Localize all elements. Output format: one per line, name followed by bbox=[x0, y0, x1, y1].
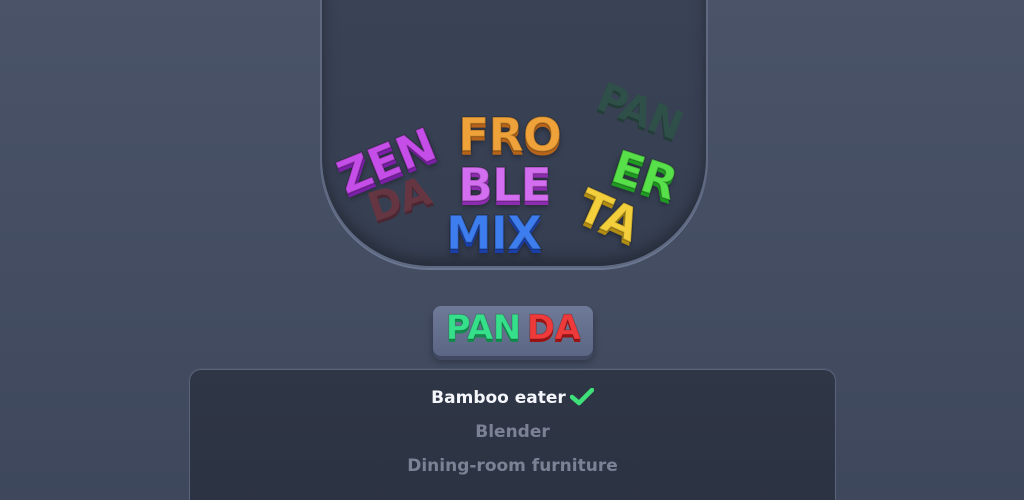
clue-panel: Bamboo eater Blender Dining-room furnitu… bbox=[189, 369, 836, 500]
answer-part-2: DA bbox=[526, 308, 581, 349]
clue-item: Dining-room furniture bbox=[190, 456, 835, 476]
answer-word: PAN DA bbox=[433, 306, 593, 350]
syllable-fro[interactable]: FRO bbox=[457, 111, 562, 159]
clue-item-solved: Bamboo eater bbox=[190, 387, 835, 411]
check-icon bbox=[569, 387, 595, 411]
answer-part-1: PAN bbox=[445, 308, 522, 349]
clue-item: Blender bbox=[190, 422, 835, 442]
clue-text: Dining-room furniture bbox=[407, 456, 618, 476]
clue-text: Blender bbox=[475, 422, 550, 442]
game-screen: ZEN DA FRO BLE MIX PAN ER TA PAN DA Bamb… bbox=[0, 0, 1024, 500]
syllable-mix[interactable]: MIX bbox=[445, 209, 543, 257]
syllable-ble[interactable]: BLE bbox=[457, 161, 552, 209]
answer-slot[interactable]: PAN DA bbox=[433, 306, 593, 356]
clue-text: Bamboo eater bbox=[431, 388, 566, 408]
